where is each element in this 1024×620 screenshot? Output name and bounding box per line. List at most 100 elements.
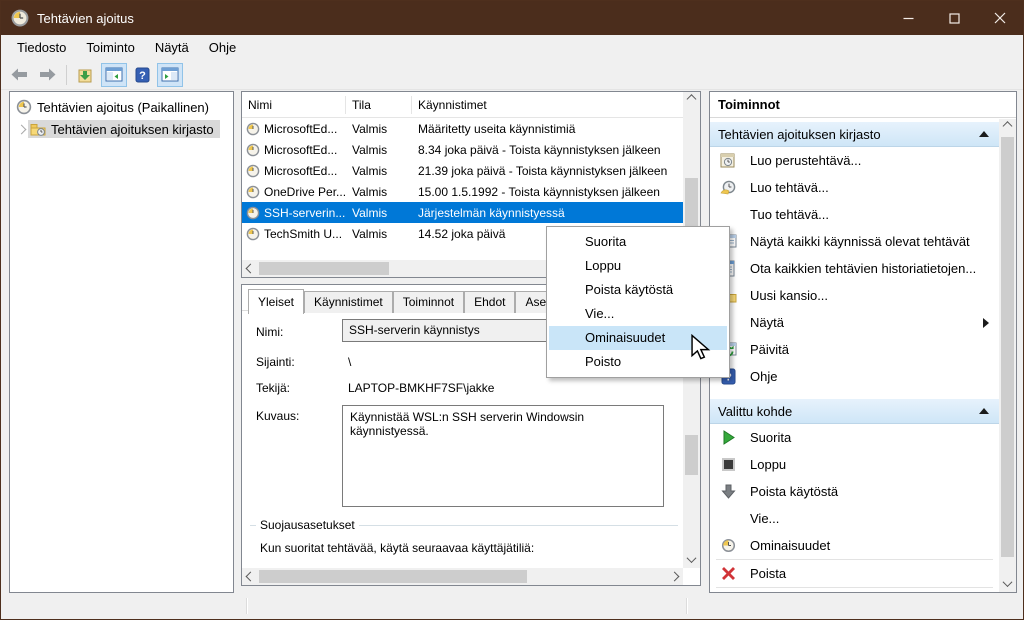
actions-section-selected-header[interactable]: Valittu kohde — [710, 398, 999, 424]
export-list-icon[interactable] — [73, 63, 99, 87]
action-new-folder[interactable]: Uusi kansio... — [710, 282, 999, 309]
task-row[interactable]: MicrosoftEd... Valmis 8.34 joka päivä - … — [242, 139, 683, 160]
actions-section-library-title: Tehtävien ajoituksen kirjasto — [718, 127, 881, 142]
task-status: Valmis — [346, 227, 412, 241]
scroll-thumb[interactable] — [1001, 137, 1014, 557]
action-display-running-tasks[interactable]: Näytä kaikki käynnissä olevat tehtävät — [710, 228, 999, 255]
maximize-button[interactable] — [931, 1, 977, 35]
minimize-button[interactable] — [885, 1, 931, 35]
help-toolbar-button[interactable]: ? — [129, 63, 155, 87]
task-scheduler-clock-icon — [11, 9, 29, 27]
collapse-arrow-icon[interactable] — [979, 408, 989, 414]
tab-kaynnistimet[interactable]: Käynnistimet — [304, 291, 393, 313]
menu-toiminto[interactable]: Toiminto — [76, 37, 144, 58]
delete-icon — [720, 565, 737, 582]
scroll-thumb[interactable] — [259, 262, 389, 275]
action-help[interactable]: ? Ohje — [710, 363, 999, 390]
clock-icon — [16, 99, 32, 115]
task-triggers: Määritetty useita käynnistimiä — [412, 122, 683, 136]
context-menu-export[interactable]: Vie... — [549, 302, 727, 326]
context-menu-run[interactable]: Suorita — [549, 230, 727, 254]
menu-tiedosto[interactable]: Tiedosto — [7, 37, 76, 58]
close-button[interactable] — [977, 1, 1023, 35]
tab-toiminnot[interactable]: Toiminnot — [393, 291, 464, 313]
action-end[interactable]: Loppu — [710, 451, 999, 478]
statusbar-separator — [686, 598, 687, 614]
security-group-title: Suojausasetukset — [256, 518, 359, 532]
action-create-basic-task[interactable]: Luo perustehtävä... — [710, 147, 999, 174]
submenu-arrow-icon — [983, 318, 989, 328]
action-view[interactable]: Näytä — [710, 309, 999, 336]
toolbar: ? — [1, 60, 1023, 90]
collapse-arrow-icon[interactable] — [979, 131, 989, 137]
task-triggers: 8.34 joka päivä - Toista käynnistyksen j… — [412, 143, 683, 157]
action-label: Poista käytöstä — [750, 484, 838, 499]
task-clock-icon — [246, 122, 260, 136]
task-row-selected[interactable]: SSH-serverin... Valmis Järjestelmän käyn… — [242, 202, 683, 223]
action-help-selected[interactable]: ? Ohje — [710, 588, 999, 592]
description-field[interactable]: Käynnistää WSL:n SSH serverin Windowsin … — [342, 405, 664, 507]
author-field-label: Tekijä: — [256, 381, 290, 395]
action-label: Ominaisuudet — [750, 538, 830, 553]
task-name: MicrosoftEd... — [264, 143, 337, 157]
scroll-left-icon[interactable] — [242, 568, 259, 585]
tree-item-root[interactable]: Tehtävien ajoitus (Paikallinen) — [10, 96, 233, 118]
actions-pane-body: Tehtävien ajoituksen kirjasto Luo perust… — [710, 119, 999, 592]
menu-nayta[interactable]: Näytä — [145, 37, 199, 58]
scroll-thumb[interactable] — [259, 570, 527, 583]
scroll-up-icon[interactable] — [999, 119, 1016, 136]
context-menu-end[interactable]: Loppu — [549, 254, 727, 278]
action-delete[interactable]: Poista — [710, 560, 999, 587]
task-clock-icon — [246, 227, 260, 241]
show-hide-action-pane-button[interactable] — [157, 63, 183, 87]
task-triggers: Järjestelmän käynnistyessä — [412, 206, 683, 220]
action-import-task[interactable]: Tuo tehtävä... — [710, 201, 999, 228]
actions-section-selected-title: Valittu kohde — [718, 404, 792, 419]
task-status: Valmis — [346, 164, 412, 178]
actions-section-library-header[interactable]: Tehtävien ajoituksen kirjasto — [710, 121, 999, 147]
menu-ohje[interactable]: Ohje — [199, 37, 246, 58]
column-header-status[interactable]: Tila — [346, 96, 412, 114]
action-enable-all-tasks-history[interactable]: Ota kaikkien tehtävien historiatietojen.… — [710, 255, 999, 282]
action-create-task[interactable]: Luo tehtävä... — [710, 174, 999, 201]
svg-text:?: ? — [139, 70, 146, 82]
scroll-down-icon[interactable] — [999, 575, 1016, 592]
task-status: Valmis — [346, 122, 412, 136]
no-icon — [720, 510, 737, 527]
tab-yleiset[interactable]: Yleiset — [248, 289, 304, 314]
action-export[interactable]: Vie... — [710, 505, 999, 532]
tree-item-library[interactable]: Tehtävien ajoituksen kirjasto — [10, 118, 233, 140]
tab-ehdot[interactable]: Ehdot — [464, 291, 515, 313]
tree-library-selection[interactable]: Tehtävien ajoituksen kirjasto — [28, 120, 220, 138]
column-header-triggers[interactable]: Käynnistimet — [412, 96, 683, 114]
action-properties[interactable]: Ominaisuudet — [710, 532, 999, 559]
task-triggers: 21.39 joka päivä - Toista käynnistyksen … — [412, 164, 683, 178]
disable-icon — [720, 483, 737, 500]
task-status: Valmis — [346, 143, 412, 157]
scroll-thumb[interactable] — [685, 435, 698, 475]
task-name: MicrosoftEd... — [264, 164, 337, 178]
task-row[interactable]: MicrosoftEd... Valmis Määritetty useita … — [242, 118, 683, 139]
scroll-left-icon[interactable] — [242, 260, 259, 277]
context-menu-disable[interactable]: Poista käytöstä — [549, 278, 727, 302]
task-status: Valmis — [346, 206, 412, 220]
back-button[interactable] — [6, 63, 32, 87]
forward-button[interactable] — [34, 63, 60, 87]
name-field-label: Nimi: — [256, 325, 283, 339]
details-horizontal-scrollbar[interactable] — [242, 568, 683, 585]
action-refresh[interactable]: Päivitä — [710, 336, 999, 363]
author-value: LAPTOP-BMKHF7SF\jakke — [348, 381, 494, 395]
scroll-up-icon[interactable] — [683, 92, 700, 109]
action-label: Suorita — [750, 430, 791, 445]
task-row[interactable]: OneDrive Per... Valmis 15.00 1.5.1992 - … — [242, 181, 683, 202]
action-disable[interactable]: Poista käytöstä — [710, 478, 999, 505]
show-hide-console-tree-button[interactable] — [101, 63, 127, 87]
actions-vertical-scrollbar[interactable] — [999, 119, 1016, 592]
scroll-right-icon[interactable] — [666, 568, 683, 585]
column-header-name[interactable]: Nimi — [242, 96, 346, 114]
task-row[interactable]: MicrosoftEd... Valmis 21.39 joka päivä -… — [242, 160, 683, 181]
chevron-right-icon[interactable] — [14, 122, 28, 136]
scroll-down-icon[interactable] — [683, 551, 700, 568]
action-run[interactable]: Suorita — [710, 424, 999, 451]
task-clock-icon — [246, 185, 260, 199]
